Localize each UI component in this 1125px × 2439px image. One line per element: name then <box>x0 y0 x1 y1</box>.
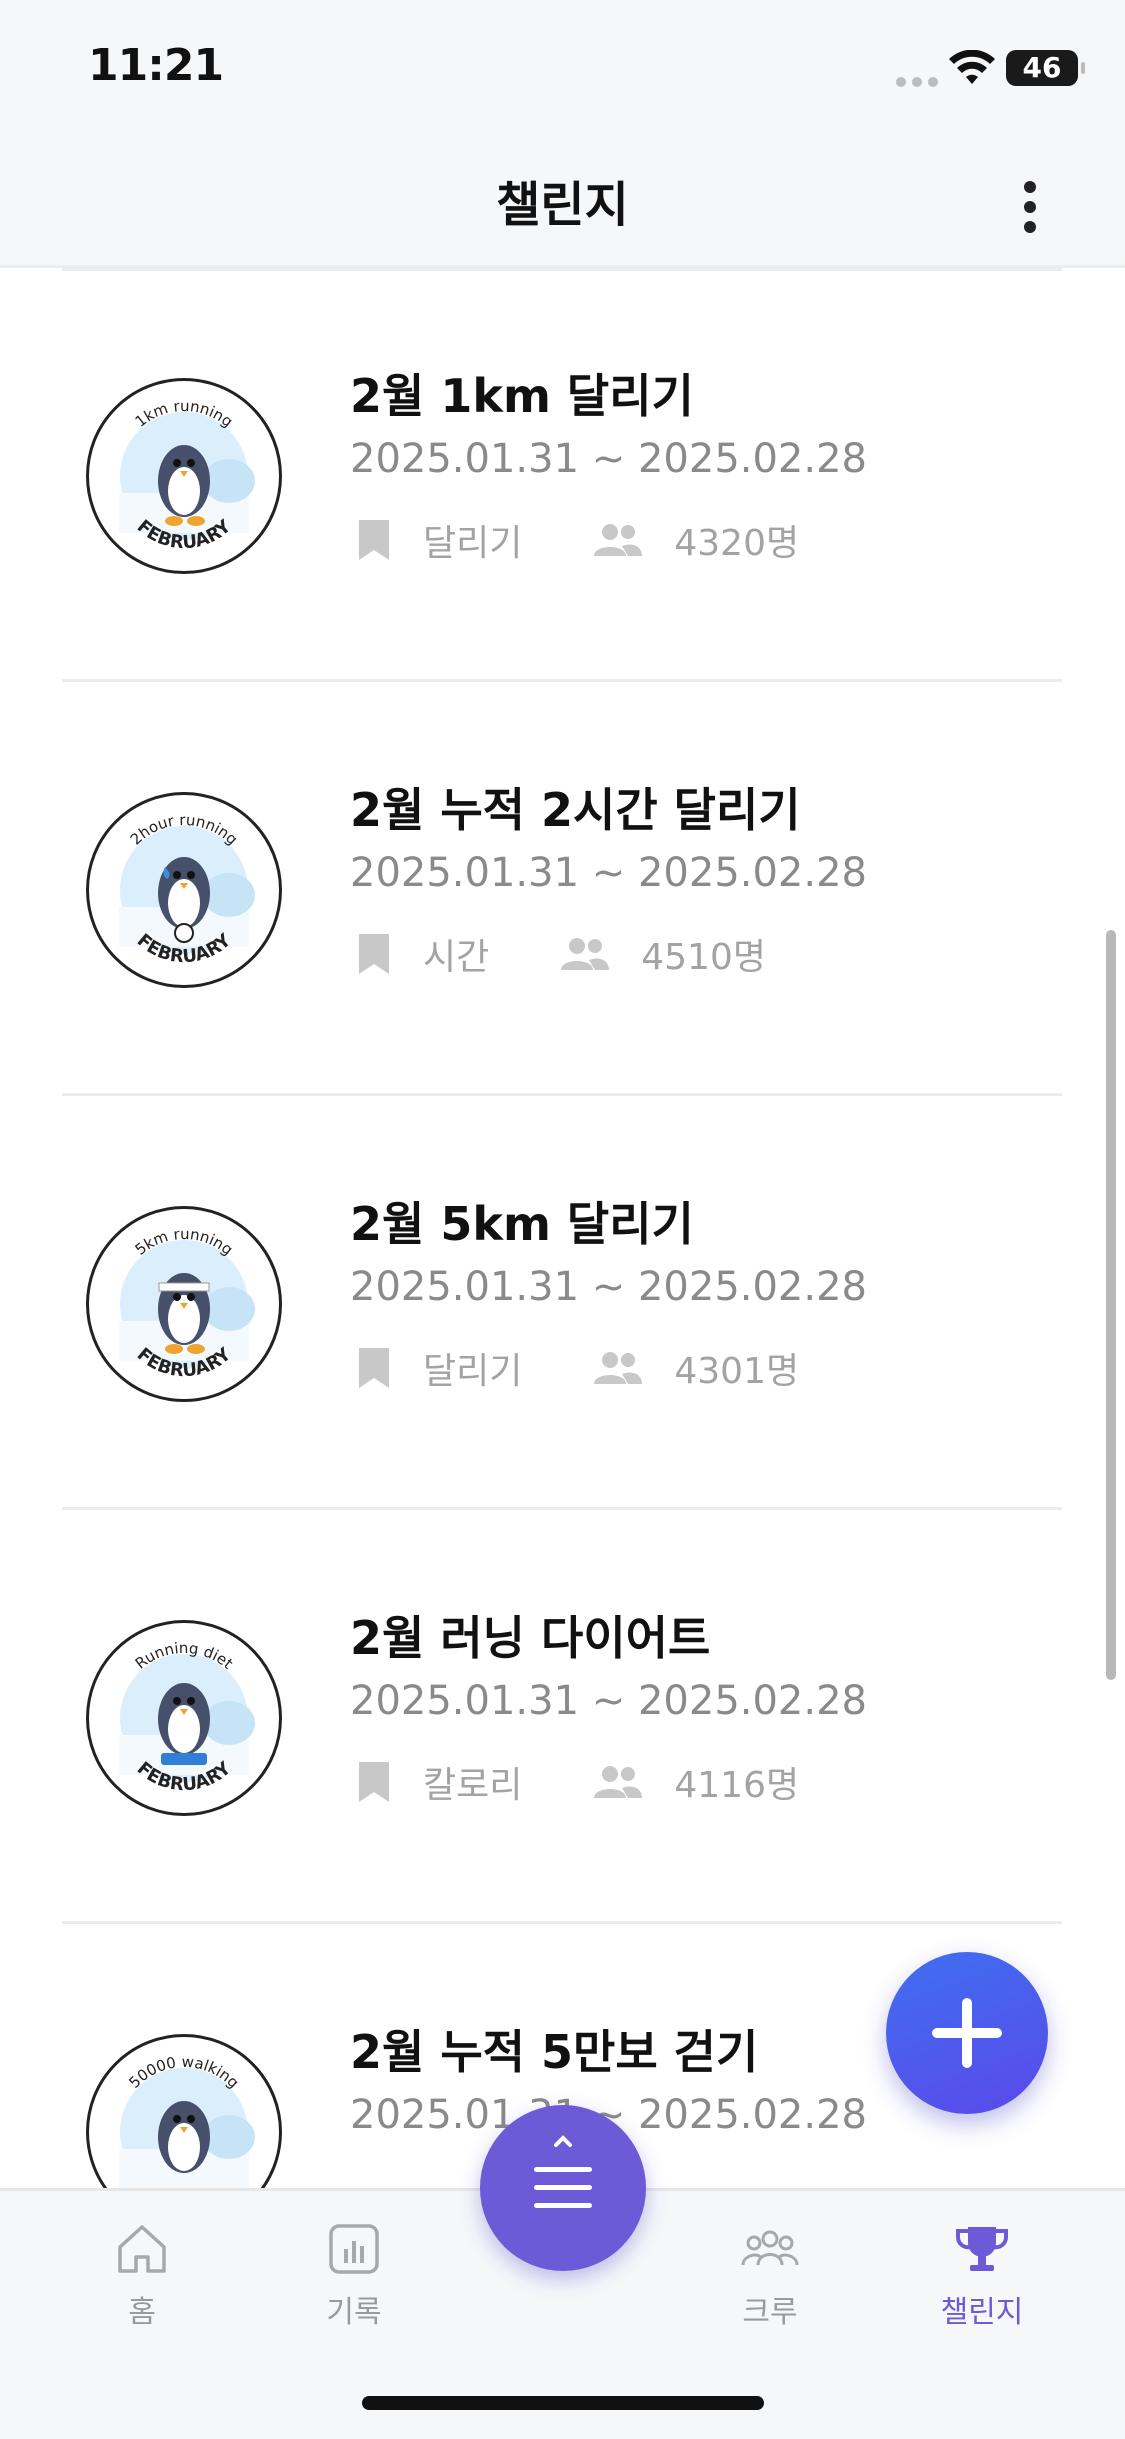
crew-icon <box>741 2230 799 2266</box>
challenge-item[interactable]: Running diet FEBRUARY 2월 러닝 다이어트 2025.01… <box>0 1510 1125 1924</box>
challenge-participants: 4320명 <box>674 523 800 564</box>
challenge-title: 2월 누적 2시간 달리기 <box>350 783 801 837</box>
challenge-participants: 4301명 <box>674 1351 800 1392</box>
nav-header: 챌린지 <box>0 135 1125 268</box>
people-icon <box>594 524 643 556</box>
tab-label-crew: 크루 <box>742 2295 798 2330</box>
challenge-participants: 4116명 <box>674 1765 800 1806</box>
status-bar: 11:21 46 <box>0 0 1125 135</box>
tab-records[interactable]: 기록 <box>254 2219 454 2331</box>
challenge-period: 2025.01.31 ~ 2025.02.28 <box>350 436 867 482</box>
bookmark-icon <box>359 1348 389 1388</box>
tab-label-records: 기록 <box>326 2295 382 2330</box>
page-title: 챌린지 <box>496 177 629 233</box>
challenge-participants: 4510명 <box>641 937 766 978</box>
challenge-title: 2월 누적 5만보 걷기 <box>350 2025 759 2079</box>
challenge-badge-image: Running diet FEBRUARY <box>86 1620 282 1816</box>
challenge-category: 달리기 <box>423 1351 523 1392</box>
people-icon <box>561 938 610 970</box>
wifi-icon <box>949 50 995 84</box>
challenge-category: 시간 <box>423 937 490 978</box>
chart-icon <box>329 2224 379 2274</box>
challenge-badge-image: 1km running FEBRUARY <box>86 378 282 574</box>
home-indicator <box>362 2396 764 2410</box>
challenge-title: 2월 러닝 다이어트 <box>350 1611 711 1665</box>
challenge-badge-image: 2hour running FEBRUARY <box>86 792 282 988</box>
bookmark-icon <box>359 1762 389 1802</box>
tab-label-home: 홈 <box>128 2295 156 2330</box>
tab-home[interactable]: 홈 <box>42 2219 242 2331</box>
challenge-title: 2월 1km 달리기 <box>350 369 694 423</box>
plus-icon <box>932 1998 1002 2068</box>
status-time: 11:21 <box>88 40 224 91</box>
challenge-badge-image: 5km running FEBRUARY <box>86 1206 282 1402</box>
menu-icon <box>534 2135 592 2208</box>
scrollbar[interactable] <box>1106 930 1116 1680</box>
challenge-item[interactable]: 5km running FEBRUARY 2월 5km 달리기 2025.01.… <box>0 1096 1125 1510</box>
challenge-meta: 시간 4510명 <box>355 932 836 978</box>
challenge-meta: 달리기 4320명 <box>355 518 869 564</box>
battery-icon: 46 <box>1006 50 1085 86</box>
bookmark-icon <box>359 520 389 560</box>
tab-challenge[interactable]: 챌린지 <box>882 2219 1082 2331</box>
bookmark-icon <box>359 934 389 974</box>
challenge-item[interactable]: 2hour running FEBRUARY 2월 누적 2시간 달리기 202… <box>0 682 1125 1096</box>
home-icon <box>118 2225 166 2273</box>
challenge-title: 2월 5km 달리기 <box>350 1197 694 1251</box>
challenge-period: 2025.01.31 ~ 2025.02.28 <box>350 1678 867 1724</box>
more-options-icon[interactable] <box>1010 175 1050 245</box>
people-icon <box>594 1766 643 1798</box>
challenge-category: 달리기 <box>423 523 523 564</box>
center-menu-button[interactable] <box>480 2105 646 2271</box>
challenge-meta: 칼로리 4116명 <box>355 1760 869 1806</box>
people-icon <box>594 1352 643 1384</box>
challenge-category: 칼로리 <box>423 1765 523 1806</box>
add-challenge-button[interactable] <box>886 1952 1048 2114</box>
signal-icon <box>896 72 944 91</box>
challenge-period: 2025.01.31 ~ 2025.02.28 <box>350 1264 867 1310</box>
tab-crew[interactable]: 크루 <box>670 2219 870 2331</box>
challenge-meta: 달리기 4301명 <box>355 1346 869 1392</box>
challenge-period: 2025.01.31 ~ 2025.02.28 <box>350 850 867 896</box>
tab-label-challenge: 챌린지 <box>940 2295 1024 2330</box>
challenge-item[interactable]: 1km running FEBRUARY 2월 1km 달리기 2025.01.… <box>0 268 1125 682</box>
trophy-icon <box>956 2227 1008 2271</box>
